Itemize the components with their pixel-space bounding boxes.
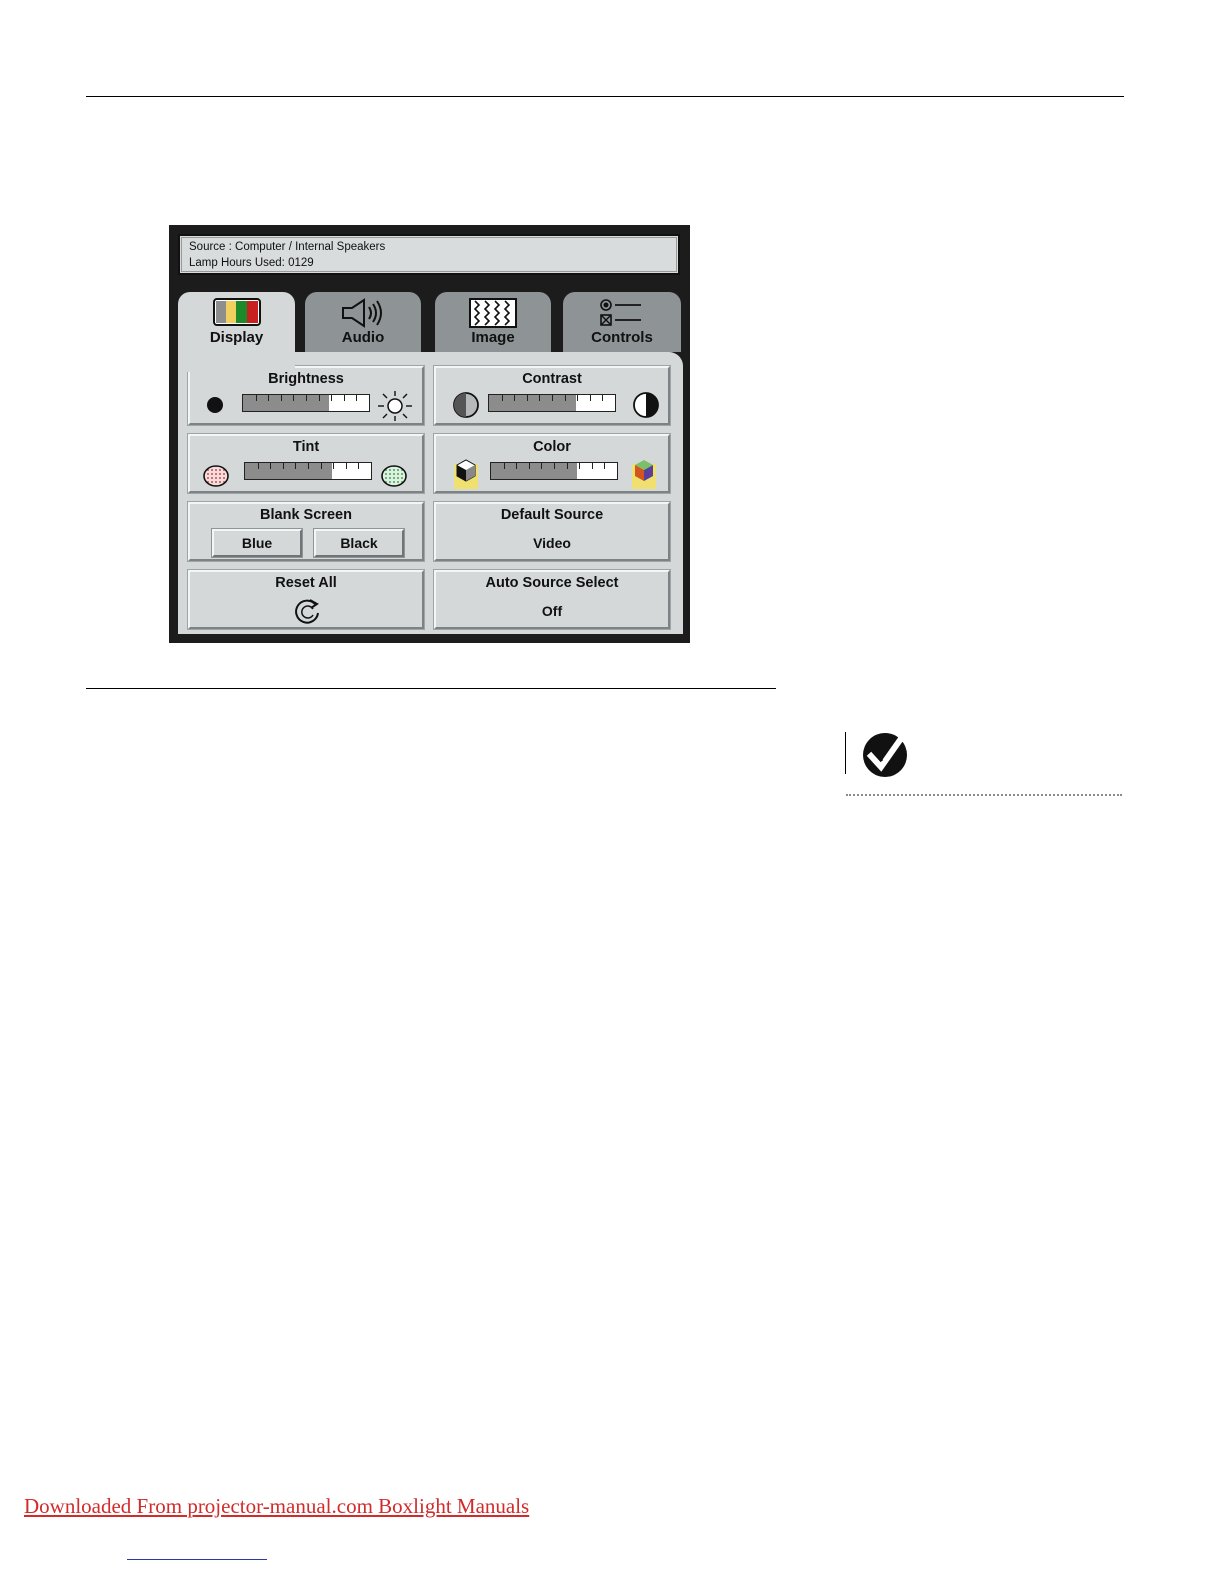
- image-pattern-icon: [469, 298, 517, 328]
- blank-screen-label: Blank Screen: [260, 507, 352, 523]
- blank-blue-button[interactable]: Blue: [212, 529, 302, 557]
- note-margin-bar: [845, 732, 846, 774]
- reset-all-label: Reset All: [275, 575, 337, 591]
- slider-tick: [308, 463, 309, 469]
- slider-tick: [541, 463, 543, 469]
- note-dotted-divider: [846, 794, 1122, 796]
- slider-tick: [564, 395, 566, 401]
- auto-source-select-label: Auto Source Select: [485, 575, 619, 591]
- slider-tick: [268, 395, 270, 401]
- default-source-control[interactable]: Default Source Video: [434, 502, 670, 561]
- slider-tick: [282, 463, 284, 469]
- slider-tick: [554, 463, 555, 469]
- status-info-box: Source : Computer / Internal Speakers La…: [178, 234, 680, 275]
- slider-tick: [345, 463, 347, 469]
- slider-tick: [501, 395, 503, 401]
- color-label: Color: [533, 439, 571, 455]
- slider-tick: [591, 463, 593, 469]
- blank-screen-control: Blank Screen Blue Black: [188, 502, 424, 561]
- slider-tick: [514, 395, 516, 401]
- tab-image-label: Image: [471, 329, 515, 346]
- tab-audio[interactable]: Audio: [305, 292, 421, 352]
- slider-tick: [320, 463, 322, 469]
- default-source-value: Video: [533, 535, 571, 551]
- slider-tick: [566, 463, 568, 469]
- controls-list-icon: [600, 299, 641, 326]
- slider-tick: [333, 463, 335, 469]
- sun-icon: [378, 391, 412, 421]
- slider-tick: [579, 463, 581, 469]
- slider-tick: [257, 463, 259, 469]
- tint-label: Tint: [292, 439, 320, 455]
- tab-display[interactable]: Display: [178, 292, 295, 372]
- brightness-control[interactable]: Brightness: [188, 366, 424, 425]
- slider-tick: [539, 395, 541, 401]
- slider-tick: [295, 463, 297, 469]
- color-cube-icon: [632, 460, 656, 489]
- bottom-link-underline: [127, 1559, 267, 1560]
- slider-tick: [503, 463, 505, 469]
- check-note-icon: [863, 733, 907, 777]
- onscreen-menu: Source : Computer / Internal Speakers La…: [169, 225, 690, 643]
- dark-dot-icon: [207, 397, 223, 413]
- source-status: Source : Computer / Internal Speakers: [189, 241, 386, 253]
- slider-tick: [552, 395, 553, 401]
- color-slider[interactable]: [490, 462, 618, 480]
- slider-tick: [602, 395, 604, 401]
- contrast-label: Contrast: [522, 371, 582, 387]
- slider-tick: [358, 463, 360, 469]
- color-control[interactable]: Color: [434, 434, 670, 493]
- green-tint-icon: [381, 465, 407, 487]
- slider-tick: [528, 463, 530, 469]
- slider-tick: [577, 395, 579, 401]
- slider-tick: [589, 395, 591, 401]
- reset-all-button[interactable]: Reset All: [188, 570, 424, 629]
- tint-control[interactable]: Tint: [188, 434, 424, 493]
- top-rule: [86, 96, 1124, 97]
- speaker-icon: [342, 298, 382, 328]
- slider-tick: [331, 395, 333, 401]
- slider-tick: [604, 463, 606, 469]
- low-contrast-icon: [453, 392, 479, 418]
- tab-display-label: Display: [209, 329, 264, 346]
- display-settings-panel: Brightness Contrast Tint Color Blank Scr…: [178, 352, 683, 634]
- contrast-slider[interactable]: [488, 394, 616, 412]
- tint-slider[interactable]: [244, 462, 372, 480]
- download-source-link[interactable]: Downloaded From projector-manual.com Box…: [24, 1494, 529, 1519]
- slider-tick: [293, 395, 295, 401]
- blank-black-button[interactable]: Black: [314, 529, 404, 557]
- color-bars-icon: [212, 298, 261, 326]
- slider-tick: [270, 463, 272, 469]
- auto-source-select-value: Off: [541, 603, 563, 619]
- slider-tick: [318, 395, 320, 401]
- slider-tick: [516, 463, 518, 469]
- default-source-label: Default Source: [500, 507, 604, 523]
- brightness-label: Brightness: [268, 371, 344, 387]
- red-tint-icon: [203, 465, 229, 487]
- slider-tick: [356, 395, 358, 401]
- tab-image[interactable]: Image: [435, 292, 551, 352]
- lamp-hours-status: Lamp Hours Used: 0129: [189, 257, 314, 269]
- high-contrast-icon: [633, 392, 659, 418]
- slider-tick: [306, 395, 307, 401]
- reset-icon: [295, 599, 319, 624]
- slider-tick: [343, 395, 345, 401]
- mono-cube-icon: [454, 459, 478, 489]
- contrast-control[interactable]: Contrast: [434, 366, 670, 425]
- section-rule: [86, 688, 776, 689]
- brightness-slider[interactable]: [242, 394, 370, 412]
- tab-controls[interactable]: Controls: [563, 292, 681, 352]
- tab-controls-label: Controls: [591, 329, 653, 346]
- slider-tick: [280, 395, 282, 401]
- slider-tick: [255, 395, 257, 401]
- tab-audio-label: Audio: [341, 329, 385, 346]
- slider-tick: [526, 395, 528, 401]
- auto-source-select-control[interactable]: Auto Source Select Off: [434, 570, 670, 629]
